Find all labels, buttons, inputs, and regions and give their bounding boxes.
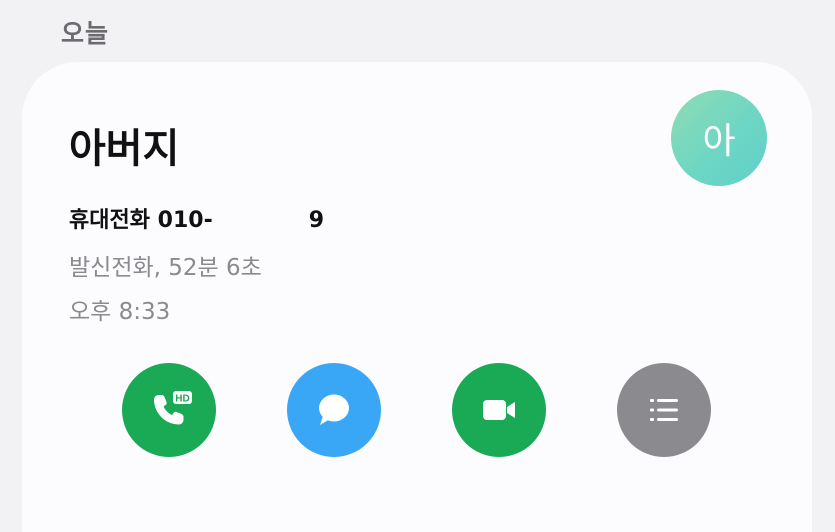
avatar-initial: 아 [702,121,736,162]
avatar[interactable]: 아 [671,90,767,186]
phone-type: 휴대전화 [69,208,150,233]
call-log-card: 아버지 아 휴대전화 010- 9 발신전화, 52분 6초 오후 8:33 HD [22,62,812,532]
message-bubble-icon [319,394,349,425]
details-button[interactable] [617,363,711,457]
call-button[interactable]: HD [122,363,216,457]
contact-name[interactable]: 아버지 [69,116,179,174]
call-time: 오후 8:33 [69,299,171,325]
hd-badge: HD [175,394,189,405]
phone-prefix: 010- [157,208,213,233]
call-detail: 발신전화, 52분 6초 [69,255,262,281]
video-camera-icon [483,400,515,420]
phone-suffix: 9 [308,208,325,233]
list-icon [650,399,678,421]
phone-number-line[interactable]: 휴대전화 010- 9 [69,202,324,234]
section-header-today: 오늘 [61,19,110,48]
video-call-button[interactable] [452,363,546,457]
phone-hd-icon: HD [154,391,192,425]
message-button[interactable] [287,363,381,457]
